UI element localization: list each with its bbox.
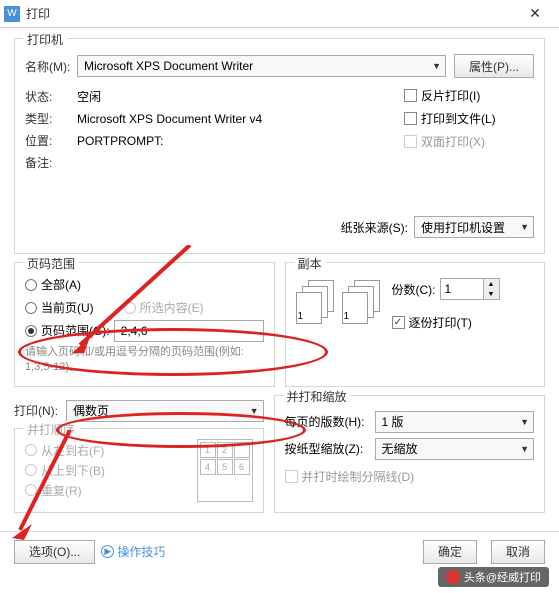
type-label: 类型: (25, 110, 77, 127)
scale-group: 并打和缩放 每页的版数(H): 1 版▼ 按纸型缩放(Z): 无缩放▼ 并打时绘… (274, 395, 546, 513)
app-icon: W (4, 6, 20, 22)
gridlines-checkbox: 并打时绘制分隔线(D) (285, 468, 535, 485)
chevron-down-icon: ▼ (432, 61, 441, 71)
print-order-title: 并打顺序 (23, 421, 79, 438)
ok-button[interactable]: 确定 (423, 540, 477, 564)
play-icon: ▶ (101, 545, 114, 558)
close-button[interactable]: ✕ (515, 0, 555, 28)
note-label: 备注: (25, 154, 77, 171)
printer-name-value: Microsoft XPS Document Writer (84, 59, 253, 73)
print-what-label: 打印(N): (14, 402, 66, 419)
duplex-checkbox: 双面打印(X) (404, 133, 534, 150)
arrangement-preview: 12456 (197, 439, 253, 502)
radio-repeat: 重复(R) (25, 482, 187, 499)
bysize-select[interactable]: 无缩放▼ (375, 438, 535, 460)
status-value: 空闲 (77, 88, 101, 105)
radio-selection: 所选内容(E) (124, 299, 204, 316)
page-range-hint: 请输入页码和/或用逗号分隔的页码范围(例如: 1,3,5-12)。 (25, 345, 264, 376)
chevron-down-icon: ▼ (250, 406, 259, 416)
radio-current[interactable]: 当前页(U) (25, 299, 94, 316)
copies-group: 副本 321 321 份数(C): 1 ▲▼ ✓逐份打印(T) (285, 262, 546, 387)
chevron-down-icon: ▼ (520, 444, 529, 454)
cancel-button[interactable]: 取消 (491, 540, 545, 564)
location-value: PORTPROMPT: (77, 134, 163, 148)
paper-source-select[interactable]: 使用打印机设置 ▼ (414, 216, 534, 238)
copies-spinner[interactable]: 1 ▲▼ (440, 278, 500, 300)
page-range-title: 页码范围 (23, 255, 79, 272)
perpage-label: 每页的版数(H): (285, 413, 375, 430)
print-to-file-checkbox[interactable]: 打印到文件(L) (404, 110, 534, 127)
print-order-group: 并打顺序 从左到右(F) 从上到下(B) 重复(R) 12456 (14, 428, 264, 513)
chevron-down-icon: ▼ (520, 417, 529, 427)
radio-all[interactable]: 全部(A) (25, 276, 264, 293)
tips-link[interactable]: ▶操作技巧 (101, 543, 165, 560)
radio-pages[interactable]: 页码范围(G): (25, 322, 110, 339)
collate-checkbox[interactable]: ✓逐份打印(T) (392, 314, 535, 331)
copies-title: 副本 (294, 255, 326, 272)
printer-group-title: 打印机 (23, 31, 67, 48)
status-label: 状态: (25, 88, 77, 105)
location-label: 位置: (25, 132, 77, 149)
page-range-group: 页码范围 全部(A) 当前页(U) 所选内容(E) 页码范围(G): 2,4,6… (14, 262, 275, 387)
reverse-print-checkbox[interactable]: 反片打印(I) (404, 87, 534, 104)
window-title: 打印 (26, 5, 515, 22)
page-range-input[interactable]: 2,4,6 (114, 320, 264, 342)
bysize-label: 按纸型缩放(Z): (285, 440, 375, 457)
paper-source-label: 纸张来源(S): (341, 219, 408, 236)
print-what-select[interactable]: 偶数页 ▼ (66, 400, 264, 422)
radio-tb: 从上到下(B) (25, 462, 187, 479)
radio-lr: 从左到右(F) (25, 442, 187, 459)
properties-button[interactable]: 属性(P)... (454, 54, 534, 78)
printer-group: 打印机 名称(M): Microsoft XPS Document Writer… (14, 38, 545, 254)
perpage-select[interactable]: 1 版▼ (375, 411, 535, 433)
printer-name-select[interactable]: Microsoft XPS Document Writer ▼ (77, 55, 446, 77)
copies-label: 份数(C): (392, 281, 436, 298)
collate-preview: 321 321 (296, 280, 382, 324)
scale-title: 并打和缩放 (283, 388, 351, 405)
watermark: 头条@经威打印 (438, 567, 549, 587)
options-button[interactable]: 选项(O)... (14, 540, 95, 564)
printer-name-label: 名称(M): (25, 58, 77, 75)
type-value: Microsoft XPS Document Writer v4 (77, 112, 262, 126)
chevron-down-icon: ▼ (520, 222, 529, 232)
